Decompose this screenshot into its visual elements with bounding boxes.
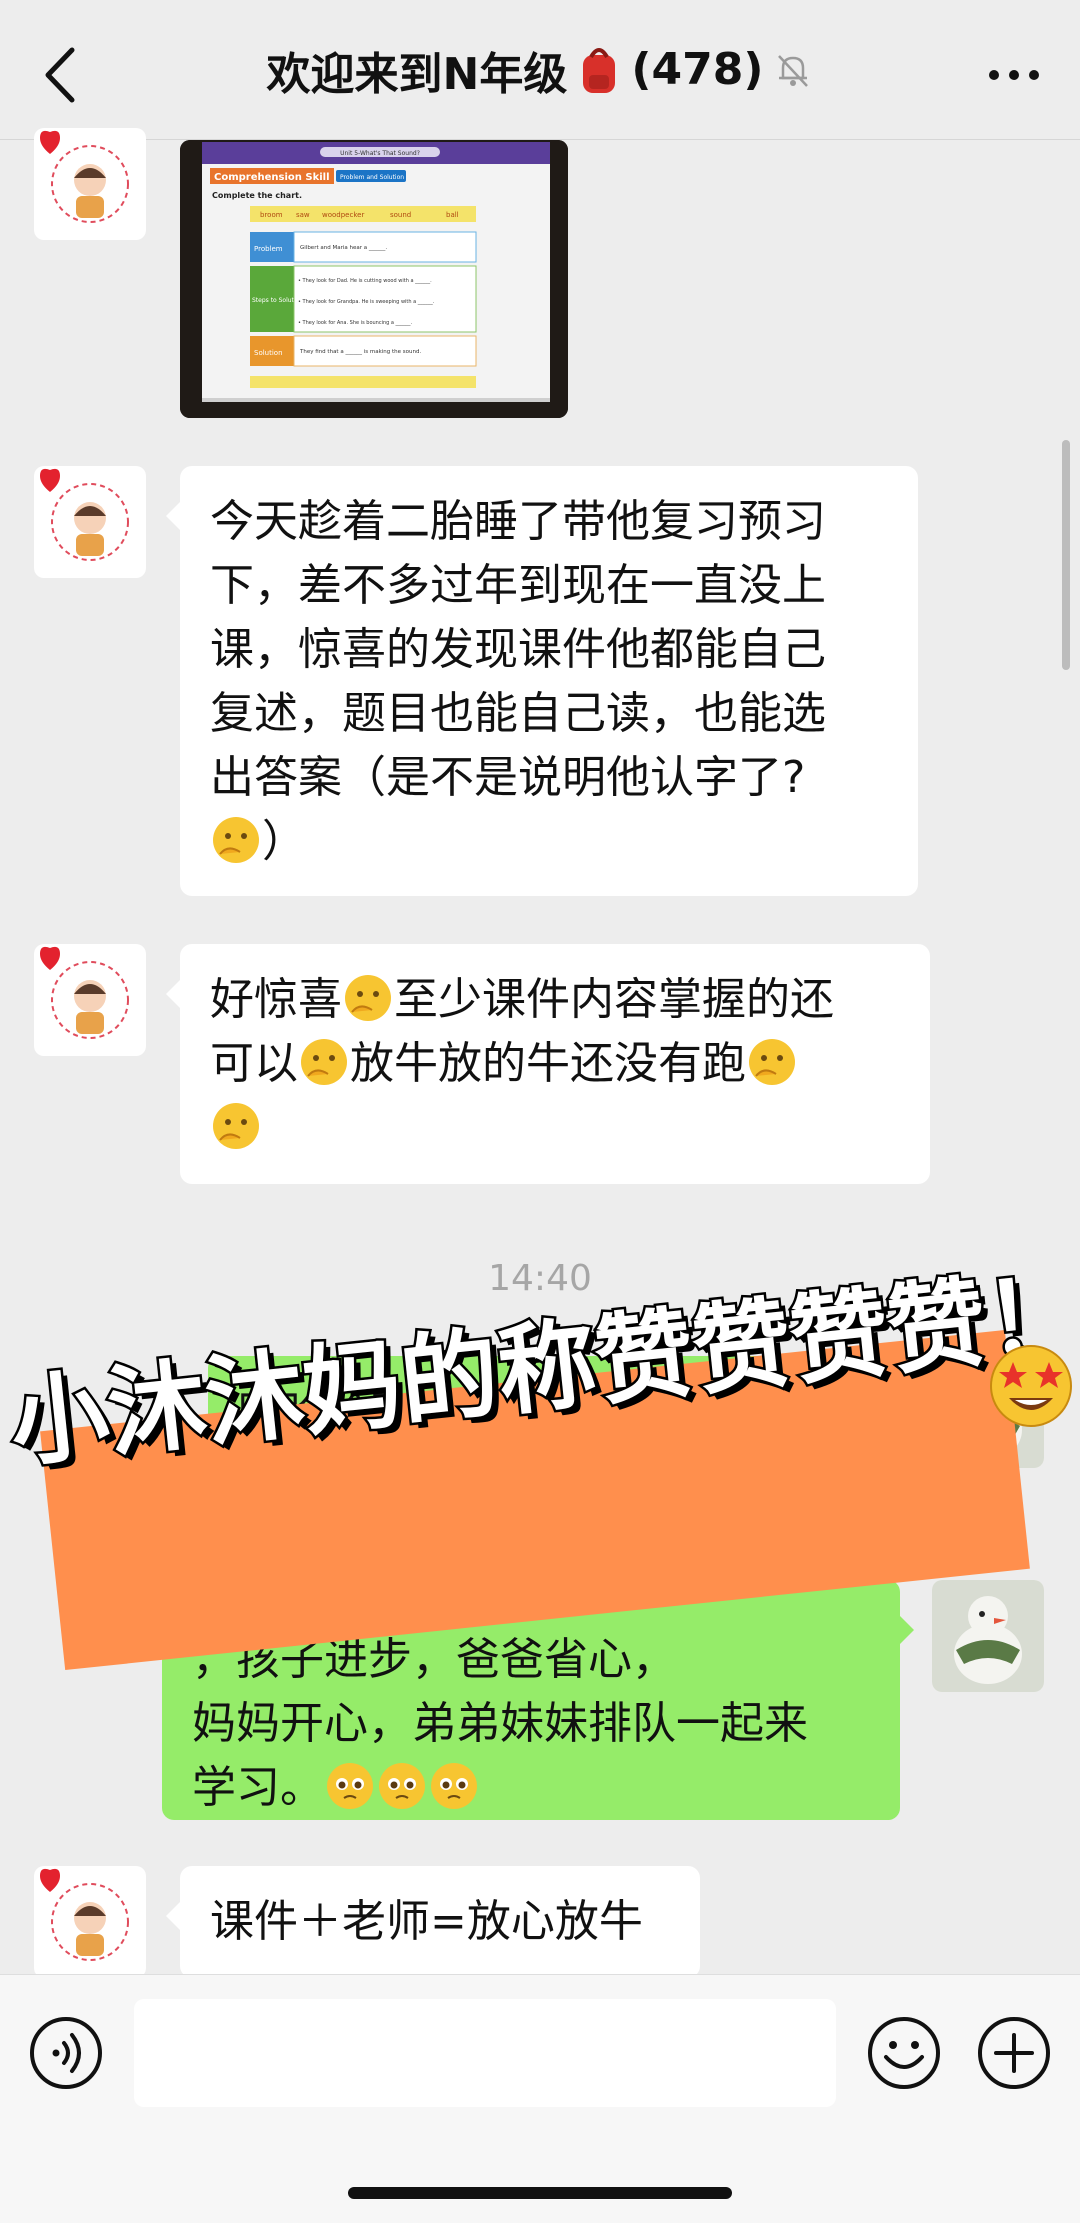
- message-line: 可以 放牛放的牛还没有跑: [210, 1032, 900, 1096]
- word-bank-0: broom: [260, 211, 283, 219]
- home-indicator: [348, 2187, 732, 2199]
- avatar[interactable]: [34, 128, 146, 240]
- message-text: 放牛放的牛还没有跑: [350, 1038, 746, 1089]
- row-line: • They look for Ana. She is bouncing a _…: [298, 320, 413, 326]
- message-line: ）: [210, 810, 888, 874]
- chat-header: 欢迎来到N年级 (478): [0, 0, 1080, 140]
- plus-circle-icon[interactable]: [976, 2015, 1052, 2091]
- thinking-face-icon: [301, 1039, 347, 1085]
- thinking-face-icon: [345, 975, 391, 1021]
- message-line: 好惊喜 至少课件内容掌握的还: [210, 968, 900, 1032]
- bell-muted-icon: [778, 54, 809, 87]
- word-bank-4: ball: [446, 211, 459, 219]
- section-badge: Problem and Solution: [340, 174, 404, 181]
- row-line: Gilbert and Maria hear a ______.: [300, 245, 387, 251]
- input-bar: [0, 1974, 1080, 2223]
- message-line: 课件＋老师=放心放牛: [210, 1896, 643, 1947]
- row-line: They find that a ______ is making the so…: [299, 349, 421, 355]
- row-label-solution: Solution: [254, 349, 283, 357]
- message-input[interactable]: [134, 1999, 836, 2107]
- message-text: 可以: [210, 1038, 298, 1089]
- voice-icon[interactable]: [28, 2015, 104, 2091]
- scrollbar[interactable]: [1062, 440, 1070, 670]
- message-line: 妈妈开心，弟弟妹妹排队一起来: [192, 1698, 808, 1749]
- pleading-face-icon: [379, 1763, 425, 1809]
- message-line: 复述，题目也能自己读，也能选: [210, 688, 826, 739]
- message-line: 课，惊喜的发现课件他都能自己: [210, 624, 826, 675]
- avatar[interactable]: [34, 466, 146, 578]
- message-line-end: ）: [262, 816, 306, 867]
- message-line: 今天趁着二胎睡了带他复习预习: [210, 496, 826, 547]
- section-title: Comprehension Skill: [214, 172, 330, 183]
- thinking-face-icon: [213, 1103, 259, 1149]
- word-bank-2: woodpecker: [322, 211, 364, 219]
- pleading-face-icon: [327, 1763, 373, 1809]
- message-line: [210, 1096, 900, 1160]
- thinking-face-icon: [749, 1039, 795, 1085]
- row-label-problem: Problem: [254, 245, 283, 253]
- word-bank-1: saw: [296, 211, 310, 219]
- star-struck-icon: [990, 1345, 1072, 1427]
- message-line: 下，差不多过年到现在一直没上: [210, 560, 826, 611]
- group-name: 欢迎来到N年级: [266, 48, 568, 100]
- member-count: (478): [631, 44, 764, 95]
- smiley-icon[interactable]: [866, 2015, 942, 2091]
- message-text: 至少课件内容掌握的还: [394, 974, 834, 1025]
- instruction: Complete the chart.: [212, 191, 302, 200]
- pleading-face-icon: [431, 1763, 477, 1809]
- avatar[interactable]: [932, 1580, 1044, 1692]
- message-text: 学习。: [192, 1762, 324, 1813]
- message-text: 好惊喜: [210, 974, 342, 1025]
- chat-title: 欢迎来到N年级 (478): [267, 38, 814, 102]
- ellipsis-icon[interactable]: [984, 60, 1044, 90]
- message-line: 出答案（是不是说明他认字了?: [210, 752, 806, 803]
- backpack-icon: [583, 47, 616, 93]
- avatar[interactable]: [34, 944, 146, 1056]
- thinking-face-icon: [213, 817, 259, 863]
- image-message[interactable]: Unit 5-What's That Sound? Comprehension …: [180, 140, 568, 418]
- avatar[interactable]: [34, 1866, 146, 1978]
- message-line: 学习。: [192, 1756, 870, 1820]
- row-line: • They look for Grandpa. He is sweeping …: [298, 299, 435, 305]
- row-line: • They look for Dad. He is cutting wood …: [298, 278, 432, 284]
- chevron-left-icon[interactable]: [38, 44, 84, 106]
- message-bubble[interactable]: 课件＋老师=放心放牛: [166, 1866, 700, 1978]
- word-bank-3: sound: [390, 211, 411, 219]
- message-bubble[interactable]: 好惊喜 至少课件内容掌握的还 可以 放牛放的牛还没有跑: [166, 944, 930, 1184]
- unit-title: Unit 5-What's That Sound?: [340, 150, 420, 157]
- message-bubble[interactable]: 今天趁着二胎睡了带他复习预习 下，差不多过年到现在一直没上 课，惊喜的发现课件他…: [166, 466, 918, 896]
